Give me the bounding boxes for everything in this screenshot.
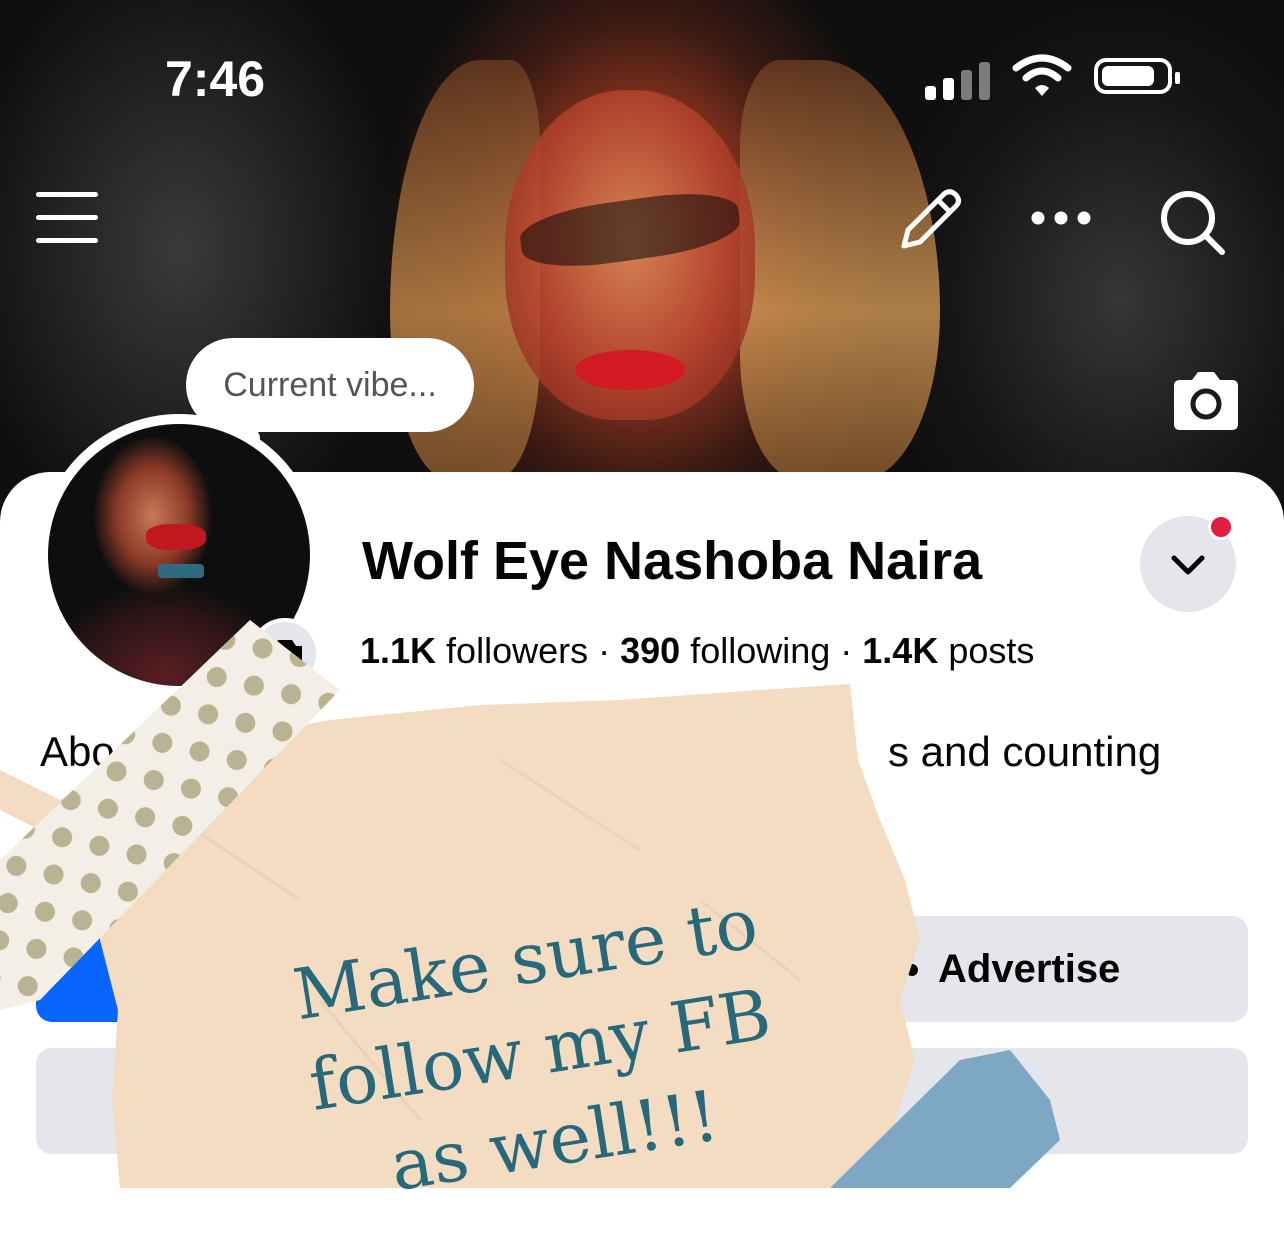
signal-bars-icon (925, 60, 991, 100)
profile-bio-end: s and counting (888, 728, 1162, 775)
avatar-camera-button[interactable] (250, 618, 320, 688)
avatar-face-paint (146, 524, 206, 550)
search-icon[interactable] (1158, 188, 1228, 258)
more-dots-icon[interactable] (1030, 208, 1092, 228)
following-count[interactable]: 390 (620, 630, 680, 671)
avatar-collar (158, 564, 204, 578)
note-bubble[interactable]: Current vibe... (186, 338, 474, 432)
followers-label[interactable]: followers (436, 630, 588, 671)
profile-bio-start: Abo (40, 728, 115, 775)
advertise-button[interactable]: Advertise (880, 916, 1248, 1022)
camera-icon[interactable] (1170, 370, 1242, 432)
hamburger-menu-icon[interactable] (36, 190, 98, 246)
notification-dot (1208, 514, 1234, 540)
status-bar: 7:46 (0, 40, 1284, 120)
status-time: 7:46 (165, 51, 266, 107)
note-bubble-text: Current vibe... (223, 365, 437, 404)
cover-hair-right (740, 60, 940, 480)
posts-label[interactable]: posts (938, 630, 1034, 671)
following-label[interactable]: following (680, 630, 830, 671)
pencil-icon[interactable] (898, 186, 964, 252)
followers-count[interactable]: 1.1K (360, 630, 436, 671)
profile-stats: 1.1K followers · 390 following · 1.4K po… (360, 630, 1034, 672)
advertise-icon (906, 964, 918, 976)
battery-icon (1094, 58, 1180, 94)
profile-name: Wolf Eye Nashoba Naira (362, 531, 983, 591)
stats-separator: · (588, 630, 621, 671)
wifi-icon (1012, 54, 1072, 96)
cover-lips (575, 350, 685, 390)
camera-icon (268, 640, 302, 666)
posts-count[interactable]: 1.4K (862, 630, 938, 671)
advertise-label: Advertise (938, 946, 1121, 991)
stats-separator: · (830, 630, 863, 671)
